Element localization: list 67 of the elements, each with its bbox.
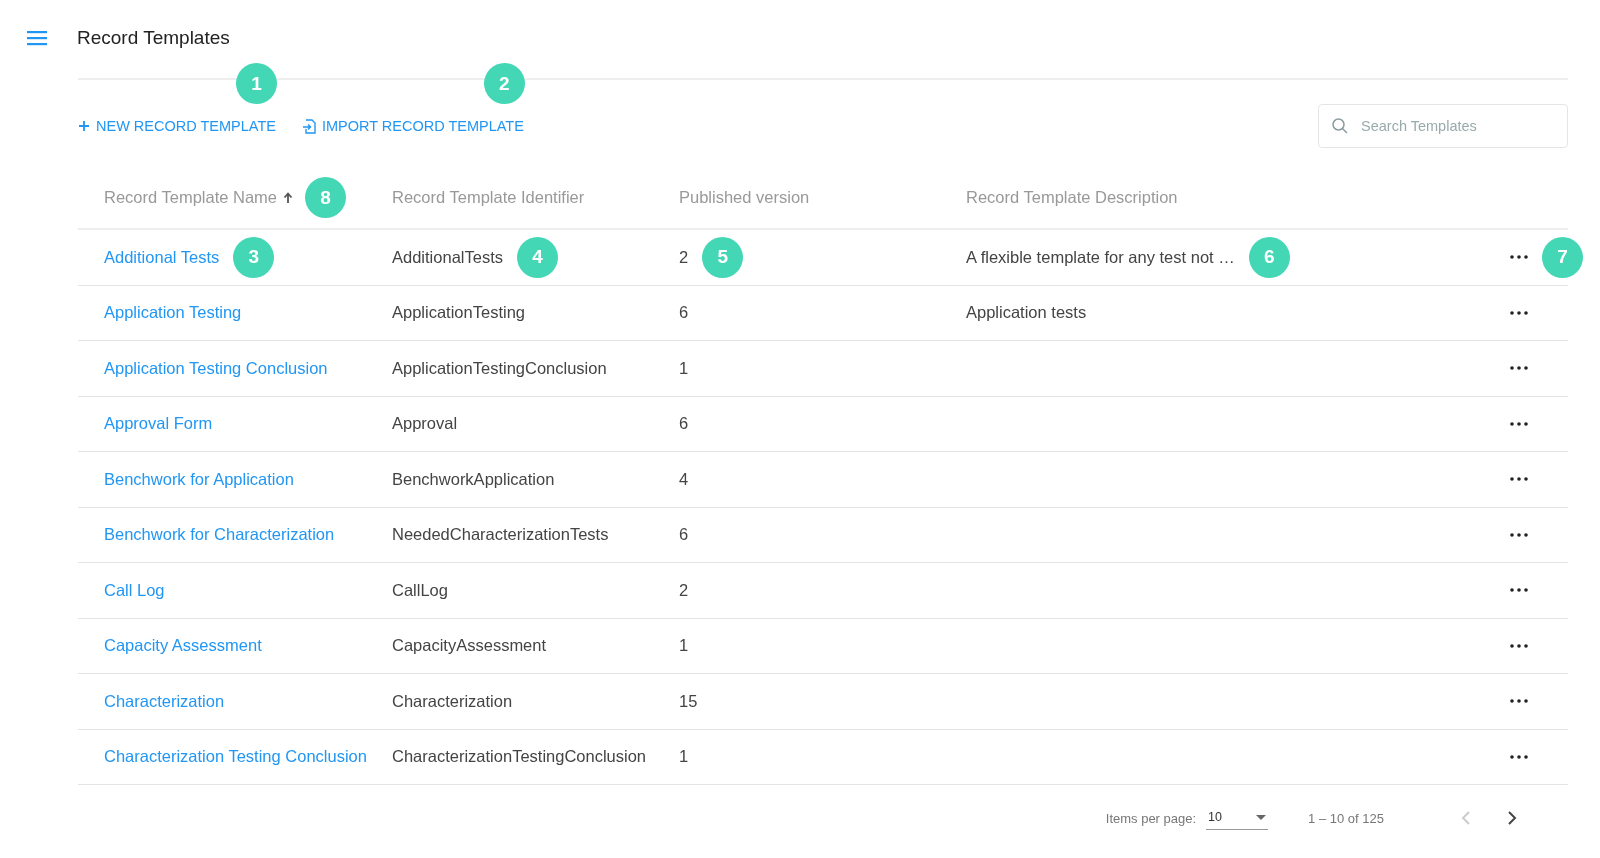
menu-button[interactable] (26, 29, 48, 47)
table-cell: 4 (679, 469, 689, 489)
callout-badge: 6 (1248, 236, 1290, 278)
more-horizontal-icon (1510, 699, 1528, 704)
menu-icon (26, 29, 48, 47)
table-cell: 1 (679, 747, 689, 767)
page-range-label: 1 – 10 of 125 (1308, 810, 1384, 826)
name-link[interactable]: Additional Tests (104, 247, 220, 267)
page-size-label: Items per page: (1105, 810, 1197, 826)
chevron-left-icon (1460, 810, 1472, 826)
column-header[interactable]: Record Template Description (966, 188, 1178, 207)
table-cell: 6 (679, 414, 689, 434)
table-cell: CapacityAssessment (392, 636, 547, 656)
table-cell: Characterization (392, 691, 513, 711)
table-cell: AdditionalTests (392, 247, 503, 267)
more-horizontal-icon (1510, 421, 1528, 426)
more-horizontal-icon (1510, 588, 1528, 593)
name-link[interactable]: Benchwork for Characterization (104, 525, 335, 545)
name-link[interactable]: Capacity Assessment (104, 636, 262, 656)
column-header[interactable]: Record Template Identifier (392, 188, 585, 207)
table-cell: Application tests (966, 303, 1087, 323)
callout-badge: 2 (483, 63, 525, 104)
more-horizontal-icon (1510, 643, 1528, 648)
table-cell: A flexible template for any test not … (966, 247, 1235, 267)
page-title: Record Templates (77, 27, 230, 49)
more-horizontal-icon (1510, 477, 1528, 482)
more-horizontal-icon (1510, 310, 1528, 315)
column-header[interactable]: Record Template Name (104, 188, 278, 207)
table-cell: CharacterizationTestingConclusion (392, 747, 647, 767)
more-horizontal-icon (1510, 532, 1528, 537)
table-cell: 1 (679, 358, 689, 378)
name-link[interactable]: Call Log (104, 580, 165, 600)
table-cell: 2 (679, 580, 689, 600)
callout-badge: 3 (233, 236, 275, 278)
callout-badge: 1 (235, 63, 277, 104)
callout-badge: 4 (517, 236, 558, 278)
name-link[interactable]: Approval Form (104, 414, 213, 434)
table-cell: BenchworkApplication (392, 469, 555, 489)
page-size-select[interactable]: 10 (1206, 806, 1269, 830)
name-link[interactable]: Characterization Testing Conclusion (104, 747, 367, 767)
plus-icon (78, 120, 90, 132)
table-cell: NeededCharacterizationTests (392, 525, 609, 545)
callout-badge: 5 (702, 236, 744, 278)
search-field[interactable]: Search Templates (1318, 104, 1568, 148)
table-cell: 1 (679, 636, 689, 656)
table-cell: 2 (679, 247, 689, 267)
table-cell: CallLog (392, 580, 448, 600)
name-link[interactable]: Application Testing (104, 303, 242, 323)
table-cell: 6 (679, 303, 689, 323)
search-icon (1331, 117, 1349, 135)
column-header[interactable]: Published version (679, 188, 810, 207)
table-cell: ApplicationTestingConclusion (392, 358, 607, 378)
name-link[interactable]: Benchwork for Application (104, 469, 294, 489)
table-cell: ApplicationTesting (392, 303, 525, 323)
table-cell: Approval (392, 414, 458, 434)
callout-badge: 8 (305, 177, 347, 218)
table-cell: 15 (679, 691, 698, 711)
table-cell: 6 (679, 525, 689, 545)
more-horizontal-icon (1510, 255, 1528, 260)
name-link[interactable]: Characterization (104, 691, 225, 711)
dropdown-caret-icon (1256, 814, 1267, 820)
more-horizontal-icon (1510, 754, 1528, 759)
callout-badge: 7 (1542, 236, 1583, 278)
name-link[interactable]: Application Testing Conclusion (104, 358, 328, 378)
file-import-icon (301, 118, 316, 134)
more-horizontal-icon (1510, 366, 1528, 371)
chevron-right-icon (1506, 810, 1518, 826)
